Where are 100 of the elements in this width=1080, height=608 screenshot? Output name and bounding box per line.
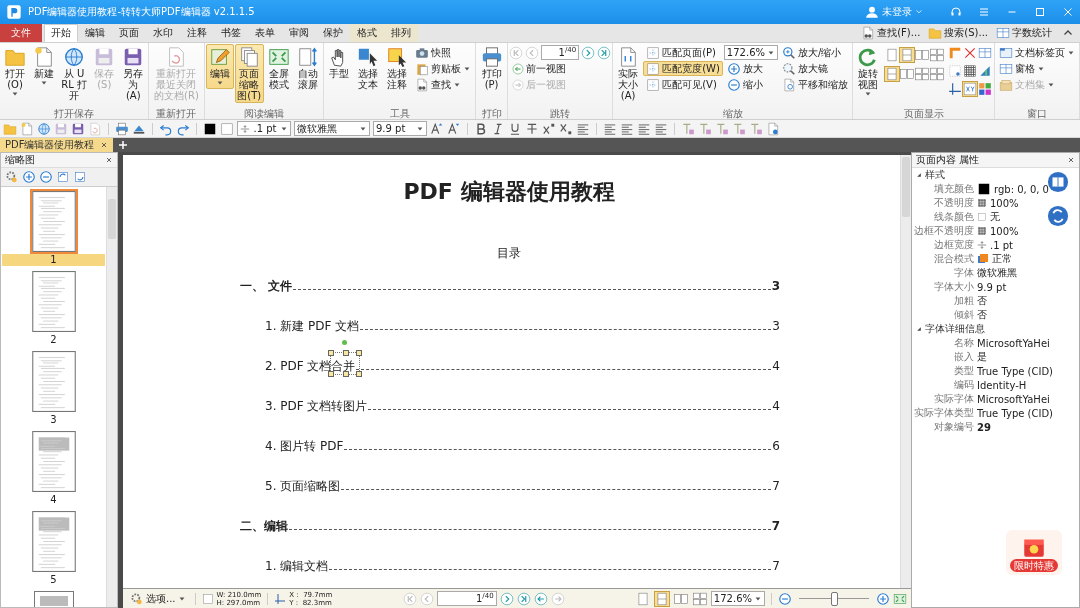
close-icon[interactable]: [100, 141, 109, 149]
next-page-icon[interactable]: [581, 45, 596, 60]
menu-tab[interactable]: 保护: [316, 24, 350, 42]
toc-entry[interactable]: 一、 文件: [238, 279, 293, 293]
globe-icon[interactable]: [37, 121, 51, 136]
ruler-icon[interactable]: [977, 63, 993, 79]
cross-icon[interactable]: [962, 45, 978, 61]
menu-tab[interactable]: 格式: [350, 24, 384, 42]
quick-action-button[interactable]: 搜索(S)...: [924, 24, 992, 42]
ribbon-small-button[interactable]: 剪贴板: [412, 61, 474, 76]
next-page-icon[interactable]: [499, 591, 514, 606]
empty-swatch[interactable]: [977, 212, 987, 222]
color-swatch[interactable]: [977, 182, 991, 196]
ribbon-button[interactable]: 编辑: [205, 44, 234, 89]
font-field[interactable]: 微软雅黑: [294, 121, 370, 136]
line-width-icon[interactable]: [977, 240, 987, 250]
align-icon[interactable]: [620, 121, 634, 136]
ribbon-small-button[interactable]: 快照: [412, 45, 474, 60]
toc-entry[interactable]: 4. 图片转 PDF: [265, 439, 344, 453]
checker-icon[interactable]: [977, 198, 987, 208]
single-page-icon[interactable]: [884, 47, 900, 63]
continuous-page-icon[interactable]: [653, 590, 670, 607]
page-thumbnail[interactable]: 3: [1, 347, 106, 427]
toc-entry[interactable]: 1. 新建 PDF 文档: [265, 319, 360, 333]
text-style-icon[interactable]: [732, 121, 746, 136]
align-icon[interactable]: [603, 121, 617, 136]
menu-tab[interactable]: 书签: [214, 24, 248, 42]
last-page-icon[interactable]: [597, 45, 612, 60]
checker-icon[interactable]: [977, 226, 987, 236]
strikethrough-icon[interactable]: [525, 121, 539, 136]
font-size-field[interactable]: 9.9 pt: [373, 121, 427, 136]
text-style-icon[interactable]: [749, 121, 763, 136]
zoom-field[interactable]: 172.6%: [710, 591, 765, 606]
ribbon-button[interactable]: 全屏模式: [265, 44, 293, 92]
scrollbar[interactable]: [900, 155, 911, 588]
grow-font-icon[interactable]: [430, 121, 444, 136]
page-thumbnail[interactable]: 5: [1, 507, 106, 587]
ribbon-button[interactable]: 实际大小(A): [614, 44, 643, 103]
scrollbar[interactable]: [106, 187, 117, 607]
toc-entry[interactable]: 二、编辑: [238, 519, 288, 533]
menu-tab[interactable]: 文件: [0, 24, 42, 42]
blend-icon[interactable]: [977, 253, 989, 265]
zoom-field[interactable]: 172.6%: [723, 45, 778, 60]
ribbon-button[interactable]: 选择注释: [383, 44, 411, 92]
last-page-icon[interactable]: [516, 591, 531, 606]
close-icon[interactable]: [1067, 156, 1075, 164]
ribbon-button[interactable]: 选择文本: [354, 44, 382, 92]
window-button[interactable]: 窗格: [996, 61, 1078, 76]
fit-button[interactable]: 匹配页面(P): [643, 45, 723, 60]
zoom-in-icon[interactable]: [876, 591, 890, 606]
ribbon-button[interactable]: 打开(O): [1, 44, 29, 100]
rotate-right-icon[interactable]: [73, 170, 87, 184]
quick-action-button[interactable]: 查找(F)...: [857, 24, 925, 42]
text-style-icon[interactable]: [715, 121, 729, 136]
zoom-button[interactable]: 缩小: [723, 77, 778, 92]
cover-pages-icon[interactable]: [929, 66, 945, 82]
section-header[interactable]: 样式: [912, 168, 1079, 182]
align-icon[interactable]: [654, 121, 668, 136]
zoom-tool-button[interactable]: 放大/缩小: [779, 45, 851, 60]
continuous-page-icon[interactable]: [884, 66, 900, 82]
text-style-icon[interactable]: [698, 121, 712, 136]
zoom-tool-button[interactable]: 放大镜: [779, 61, 851, 76]
underline-icon[interactable]: [508, 121, 522, 136]
menu-tab[interactable]: 审阅: [282, 24, 316, 42]
ribbon-button[interactable]: 自动滚屏: [294, 44, 322, 92]
menu-tab[interactable]: 页面: [112, 24, 146, 42]
close-icon[interactable]: [1062, 6, 1074, 18]
section-header[interactable]: 字体详细信息: [912, 322, 1079, 336]
toc-entry[interactable]: 3. PDF 文档转图片: [265, 399, 368, 413]
zoom-out-icon[interactable]: [39, 170, 53, 184]
border-color-icon[interactable]: [220, 121, 234, 136]
page-thumbnail[interactable]: 2: [1, 267, 106, 347]
palette-icon[interactable]: [977, 81, 993, 97]
zoom-in-icon[interactable]: [22, 170, 36, 184]
save-as-icon[interactable]: [71, 121, 85, 136]
headset-icon[interactable]: [950, 6, 962, 18]
line-width-field[interactable]: .1 pt: [237, 121, 291, 136]
promo-badge[interactable]: 限时特惠: [1006, 530, 1062, 575]
menu-tab[interactable]: 水印: [146, 24, 180, 42]
crosshair-icon[interactable]: [947, 81, 963, 97]
options-button[interactable]: 选项...: [127, 591, 189, 606]
coordinates-icon[interactable]: [962, 81, 978, 97]
window-button[interactable]: 文档标签页: [996, 45, 1078, 60]
menu-tab[interactable]: 注释: [180, 24, 214, 42]
two-page-continuous-icon[interactable]: [691, 590, 708, 607]
maximize-icon[interactable]: [1034, 6, 1046, 18]
book-icon[interactable]: [1047, 171, 1069, 193]
ribbon-button[interactable]: 新建: [30, 44, 58, 89]
gear-icon[interactable]: [5, 170, 19, 184]
ribbon-button[interactable]: 页面缩略图(T): [234, 44, 264, 103]
new-file-icon[interactable]: [20, 121, 34, 136]
menu-tab[interactable]: 表单: [248, 24, 282, 42]
fit-button[interactable]: 匹配可见(V): [643, 77, 723, 92]
ribbon-button[interactable]: 旋转视图: [854, 44, 882, 100]
fill-color-swatch[interactable]: [203, 121, 217, 136]
page-thumbnail[interactable]: 1: [1, 187, 106, 267]
ribbon-small-button[interactable]: 查找: [412, 77, 474, 92]
fullscreen-icon[interactable]: [893, 591, 907, 606]
menu-tab[interactable]: 开始: [44, 24, 78, 42]
close-icon[interactable]: [105, 156, 113, 164]
